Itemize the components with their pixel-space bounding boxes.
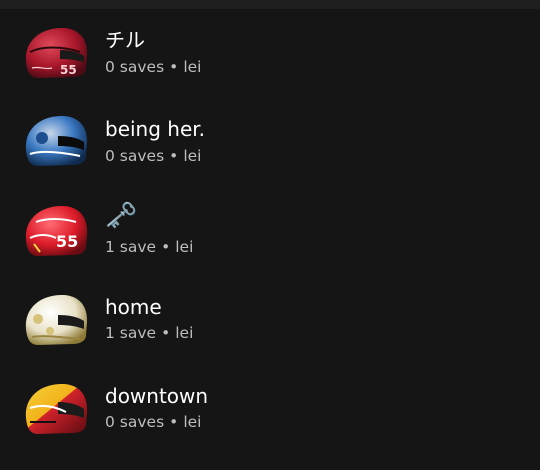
playlist-row[interactable]: downtown 0 saves • lei xyxy=(0,364,540,452)
owner-name: lei xyxy=(175,324,194,342)
separator: • xyxy=(169,58,179,76)
helmet-red-55-icon: 55 xyxy=(25,205,88,256)
separator: • xyxy=(169,147,179,165)
separator: • xyxy=(161,324,171,342)
svg-text:55: 55 xyxy=(60,63,77,77)
playlist-meta: 0 saves • lei xyxy=(105,412,201,432)
playlist-row[interactable]: home 1 save • lei xyxy=(0,275,540,363)
playlist-title: チル xyxy=(105,28,145,52)
playlist-list: 55 チル 0 saves • lei being her. 0 saves • lei xyxy=(0,0,540,470)
playlist-row[interactable]: 55 チル 0 saves • lei xyxy=(0,8,540,96)
owner-name: lei xyxy=(183,58,202,76)
save-count: 1 save xyxy=(105,324,157,342)
playlist-meta: 1 save • lei xyxy=(105,237,193,257)
playlist-title: being her. xyxy=(105,117,206,141)
playlist-meta: 1 save • lei xyxy=(105,323,193,343)
playlist-title: 🗝️ xyxy=(105,201,138,231)
playlist-title: home xyxy=(105,295,162,319)
save-count: 1 save xyxy=(105,238,157,256)
owner-name: lei xyxy=(183,147,202,165)
playlist-meta: 0 saves • lei xyxy=(105,57,201,77)
separator: • xyxy=(169,413,179,431)
separator: • xyxy=(161,238,171,256)
owner-name: lei xyxy=(183,413,202,431)
playlist-row[interactable]: 55 🗝️ 1 save • lei xyxy=(0,186,540,274)
helmet-red-black-icon: 55 xyxy=(25,27,88,78)
helmet-white-gold-icon xyxy=(25,294,88,345)
owner-name: lei xyxy=(175,238,194,256)
playlist-title: downtown xyxy=(105,384,209,408)
save-count: 0 saves xyxy=(105,413,165,431)
playlist-meta: 0 saves • lei xyxy=(105,146,201,166)
save-count: 0 saves xyxy=(105,147,165,165)
playlist-row[interactable]: being her. 0 saves • lei xyxy=(0,96,540,184)
svg-text:55: 55 xyxy=(56,232,78,251)
save-count: 0 saves xyxy=(105,58,165,76)
helmet-red-yellow-icon xyxy=(25,383,88,434)
helmet-blue-white-icon xyxy=(25,115,88,166)
